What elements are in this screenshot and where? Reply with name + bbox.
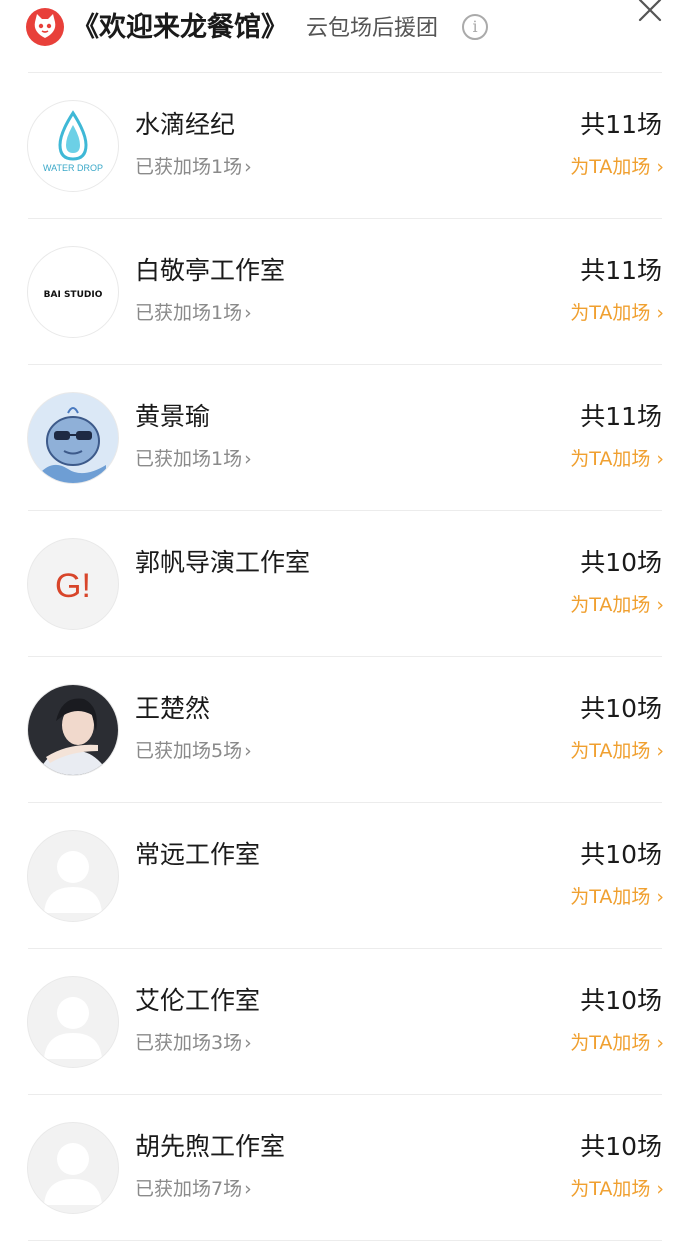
list-item: G! 郭帆导演工作室 共10场 为TA加场 › <box>0 510 690 656</box>
total-shows: 共10场 <box>580 986 662 1015</box>
total-shows: 共11场 <box>580 256 662 285</box>
studio-name: 常远工作室 <box>135 840 261 869</box>
avatar: WATER DROP <box>27 100 119 192</box>
close-icon[interactable] <box>636 0 664 24</box>
total-shows: 共11场 <box>580 402 662 431</box>
page-title: 《欢迎来龙餐馆》 <box>72 12 288 43</box>
page-subtitle: 云包场后援团 <box>306 16 439 41</box>
add-show-button[interactable]: 为TA加场 › <box>570 882 664 912</box>
studio-name: 郭帆导演工作室 <box>135 548 311 577</box>
row-divider <box>28 1240 662 1241</box>
avatar: BAI STUDIO <box>27 246 119 338</box>
gained-shows-link[interactable]: 已获加场1场 › <box>135 152 252 182</box>
add-show-button[interactable]: 为TA加场 › <box>570 1028 664 1058</box>
avatar <box>27 684 119 776</box>
svg-text:G!: G! <box>55 567 91 605</box>
list-item: BAI STUDIO 白敬亭工作室 已获加场1场 › 共11场 为TA加场 › <box>0 218 690 364</box>
add-show-button[interactable]: 为TA加场 › <box>570 152 664 182</box>
gained-shows-link[interactable]: 已获加场1场 › <box>135 298 252 328</box>
svg-text:WATER DROP: WATER DROP <box>43 163 103 173</box>
default-user-icon <box>44 997 102 1059</box>
total-shows: 共10场 <box>580 548 662 577</box>
add-show-button[interactable]: 为TA加场 › <box>570 590 664 620</box>
studio-name: 胡先煦工作室 <box>135 1132 286 1161</box>
info-icon[interactable]: i <box>462 14 488 40</box>
add-show-button[interactable]: 为TA加场 › <box>570 298 664 328</box>
svg-text:BAI STUDIO: BAI STUDIO <box>44 290 103 300</box>
gained-shows-link[interactable]: 已获加场1场 › <box>135 444 252 474</box>
default-user-icon <box>44 1143 102 1205</box>
gained-shows-link[interactable]: 已获加场5场 › <box>135 736 252 766</box>
water-drop-logo-icon: WATER DROP <box>43 110 103 173</box>
avatar <box>27 1122 119 1214</box>
header: 《欢迎来龙餐馆》 云包场后援团 i <box>0 0 690 72</box>
add-show-button[interactable]: 为TA加场 › <box>570 444 664 474</box>
list-item: 胡先煦工作室 已获加场7场 › 共10场 为TA加场 › <box>0 1094 690 1240</box>
add-show-button[interactable]: 为TA加场 › <box>570 736 664 766</box>
studio-name: 水滴经纪 <box>135 110 236 139</box>
avatar: G! <box>27 538 119 630</box>
list-item: WATER DROP 水滴经纪 已获加场1场 › 共11场 为TA加场 › <box>0 72 690 218</box>
default-user-icon <box>44 851 102 913</box>
studio-name: 黄景瑜 <box>135 402 211 431</box>
maoyan-cat-logo-icon <box>26 8 64 46</box>
total-shows: 共10场 <box>580 694 662 723</box>
g-logo-icon: G! <box>55 567 91 605</box>
avatar <box>27 392 119 484</box>
studio-name: 王楚然 <box>135 694 211 723</box>
list-item: 常远工作室 共10场 为TA加场 › <box>0 802 690 948</box>
total-shows: 共10场 <box>580 1132 662 1161</box>
gained-shows-link[interactable]: 已获加场3场 › <box>135 1028 252 1058</box>
cartoon-whale-icon <box>40 407 106 483</box>
portrait-photo <box>28 685 118 775</box>
studio-name: 白敬亭工作室 <box>135 256 286 285</box>
total-shows: 共11场 <box>580 110 662 139</box>
avatar <box>27 976 119 1068</box>
avatar <box>27 830 119 922</box>
add-show-button[interactable]: 为TA加场 › <box>570 1174 664 1204</box>
list-item: 艾伦工作室 已获加场3场 › 共10场 为TA加场 › <box>0 948 690 1094</box>
gained-shows-link[interactable]: 已获加场7场 › <box>135 1174 252 1204</box>
bai-studio-logo-icon: BAI STUDIO <box>44 290 103 300</box>
list-item: 黄景瑜 已获加场1场 › 共11场 为TA加场 › <box>0 364 690 510</box>
total-shows: 共10场 <box>580 840 662 869</box>
list-item: 王楚然 已获加场5场 › 共10场 为TA加场 › <box>0 656 690 802</box>
studio-name: 艾伦工作室 <box>135 986 261 1015</box>
